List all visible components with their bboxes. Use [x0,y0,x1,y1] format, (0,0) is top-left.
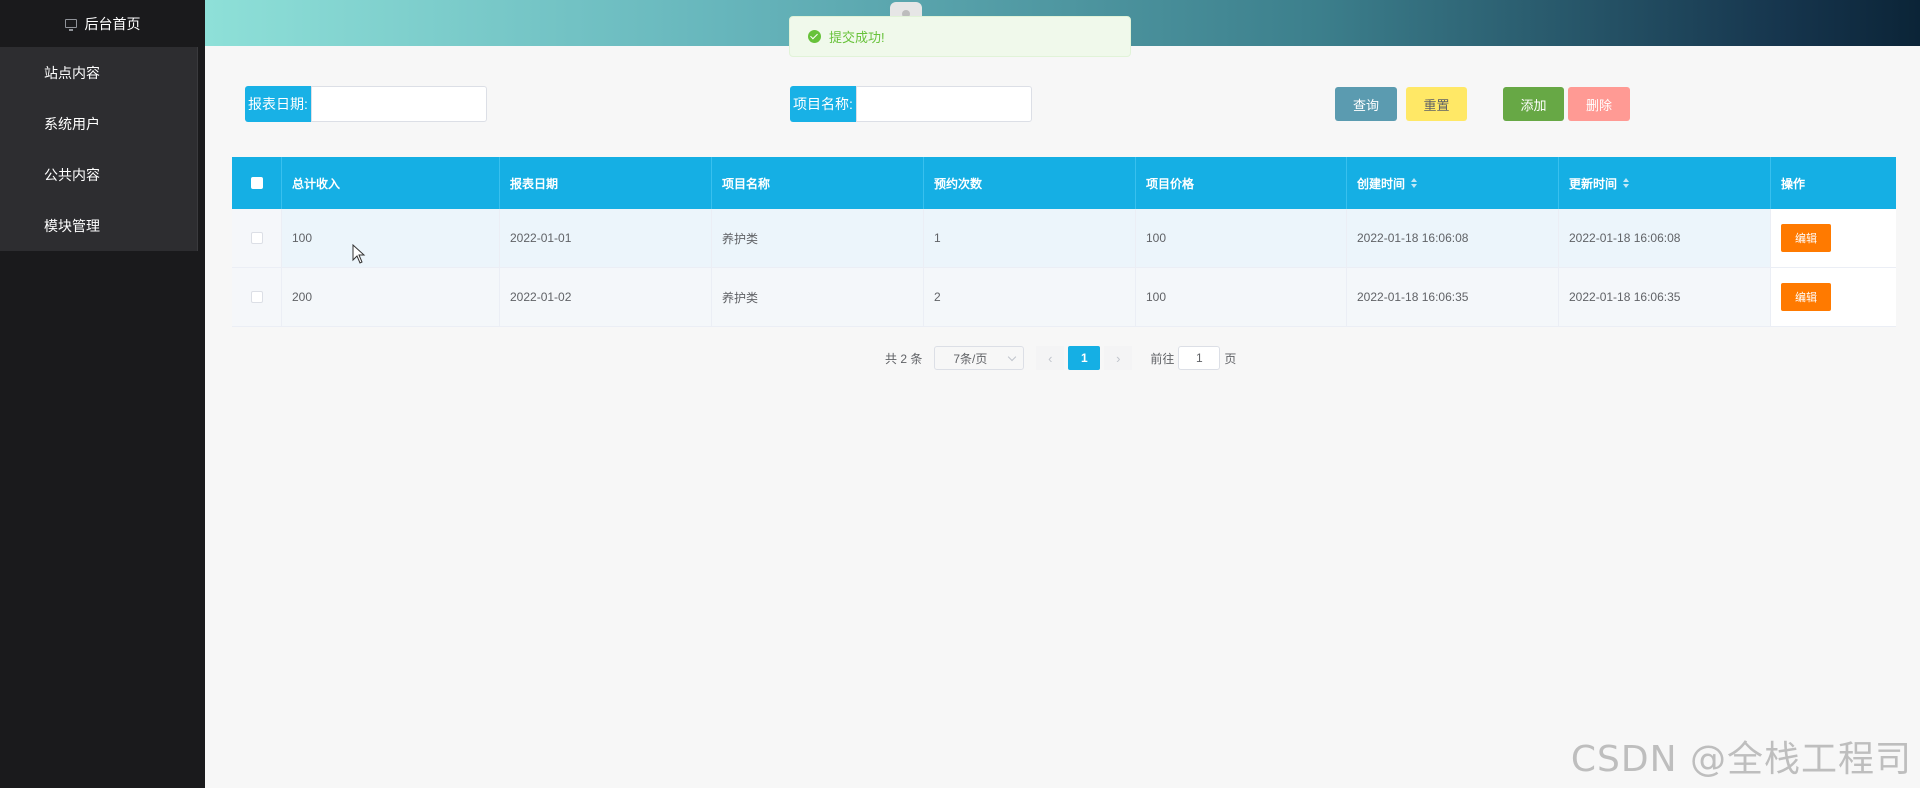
sidebar-item-module-management[interactable]: 模块管理 [0,200,197,251]
cell-project-name: 养护类 [712,209,924,267]
cell-updated-time: 2022-01-18 16:06:08 [1559,209,1771,267]
row-checkbox[interactable] [250,232,263,244]
col-header-booking-count: 预约次数 [924,157,1136,209]
goto-label: 前往 [1150,351,1175,366]
sort-icon[interactable] [1411,178,1418,188]
cell-updated-time: 2022-01-18 16:06:35 [1559,268,1771,326]
cell-project-name: 养护类 [712,268,924,326]
row-checkbox[interactable] [250,291,263,303]
row-select-cell [232,209,282,267]
csdn-watermark: CSDN @全栈工程司 [1570,739,1912,780]
goto-suffix: 页 [1224,351,1237,366]
sidebar-home-link[interactable]: 后台首页 [0,0,205,47]
query-button[interactable]: 查询 [1335,87,1397,121]
edit-button[interactable]: 编辑 [1781,224,1831,252]
col-header-created-time[interactable]: 创建时间 [1347,157,1559,209]
page-size-select[interactable]: 7条/页 [934,346,1025,370]
success-toast: 提交成功! [789,16,1131,57]
goto-page: 前往 1 页 [1150,346,1236,370]
sidebar-item-system-users[interactable]: 系统用户 [0,98,197,149]
sidebar-home-label: 后台首页 [84,15,141,32]
page-number-current[interactable]: 1 [1068,346,1101,370]
reset-button[interactable]: 重置 [1406,87,1467,121]
sidebar: 后台首页 站点内容 系统用户 公共内容 模块管理 [0,0,205,788]
table-row: 100 2022-01-01 养护类 1 100 2022-01-18 16:0… [232,209,1896,268]
cell-actions: 编辑 [1771,209,1896,267]
prev-page-icon[interactable]: ‹ [1036,346,1065,370]
cell-actions: 编辑 [1771,268,1896,326]
select-all-cell [232,157,282,209]
col-header-updated-time[interactable]: 更新时间 [1559,157,1771,209]
cell-report-date: 2022-01-02 [500,268,712,326]
project-name-input[interactable] [855,86,1032,122]
report-date-input[interactable] [310,86,487,122]
row-select-cell [232,268,282,326]
col-header-actions: 操作 [1781,176,1806,191]
monitor-icon [64,19,77,31]
cell-project-price: 100 [1136,268,1347,326]
next-page-icon[interactable]: › [1104,346,1133,370]
report-date-search: 报表日期: [245,86,487,122]
sidebar-item-label: 系统用户 [44,115,100,132]
data-table: 总计收入 报表日期 项目名称 预约次数 项目价格 创建时间 更新时间 操作 10… [232,157,1896,327]
toast-message: 提交成功! [829,30,885,45]
col-header-project-name: 项目名称 [712,157,924,209]
cell-income: 200 [282,268,500,326]
success-check-icon [808,30,821,43]
col-header-report-date: 报表日期 [500,157,712,209]
sidebar-item-label: 模块管理 [44,217,100,234]
pagination: 共 2 条 7条/页 ‹ 1 › 前往 1 页 [885,346,1236,370]
add-button[interactable]: 添加 [1503,87,1564,121]
table-header: 总计收入 报表日期 项目名称 预约次数 项目价格 创建时间 更新时间 操作 [232,157,1896,209]
col-header-label: 创建时间 [1357,176,1406,191]
col-header-project-price: 项目价格 [1136,157,1347,209]
cell-created-time: 2022-01-18 16:06:35 [1347,268,1559,326]
cell-report-date: 2022-01-01 [500,209,712,267]
sidebar-item-label: 公共内容 [44,166,100,183]
col-header-label: 更新时间 [1569,176,1618,191]
cell-created-time: 2022-01-18 16:06:08 [1347,209,1559,267]
sort-icon[interactable] [1623,178,1630,188]
project-name-search: 项目名称: [790,86,1032,122]
col-header-income: 总计收入 [282,157,500,209]
delete-button[interactable]: 删除 [1568,87,1630,121]
edit-button[interactable]: 编辑 [1781,283,1831,311]
cell-booking-count: 1 [924,209,1136,267]
sidebar-item-label: 站点内容 [44,64,100,81]
pagination-total: 共 2 条 [885,351,923,366]
project-name-label: 项目名称: [790,86,856,122]
sidebar-menu: 站点内容 系统用户 公共内容 模块管理 [0,47,198,251]
sidebar-item-site-content[interactable]: 站点内容 [0,47,197,98]
cell-income: 100 [282,209,500,267]
sidebar-item-public-content[interactable]: 公共内容 [0,149,197,200]
cell-project-price: 100 [1136,209,1347,267]
table-row: 200 2022-01-02 养护类 2 100 2022-01-18 16:0… [232,268,1896,327]
select-all-checkbox[interactable] [250,177,263,189]
goto-page-input[interactable]: 1 [1178,346,1221,370]
cell-booking-count: 2 [924,268,1136,326]
report-date-label: 报表日期: [245,86,311,122]
